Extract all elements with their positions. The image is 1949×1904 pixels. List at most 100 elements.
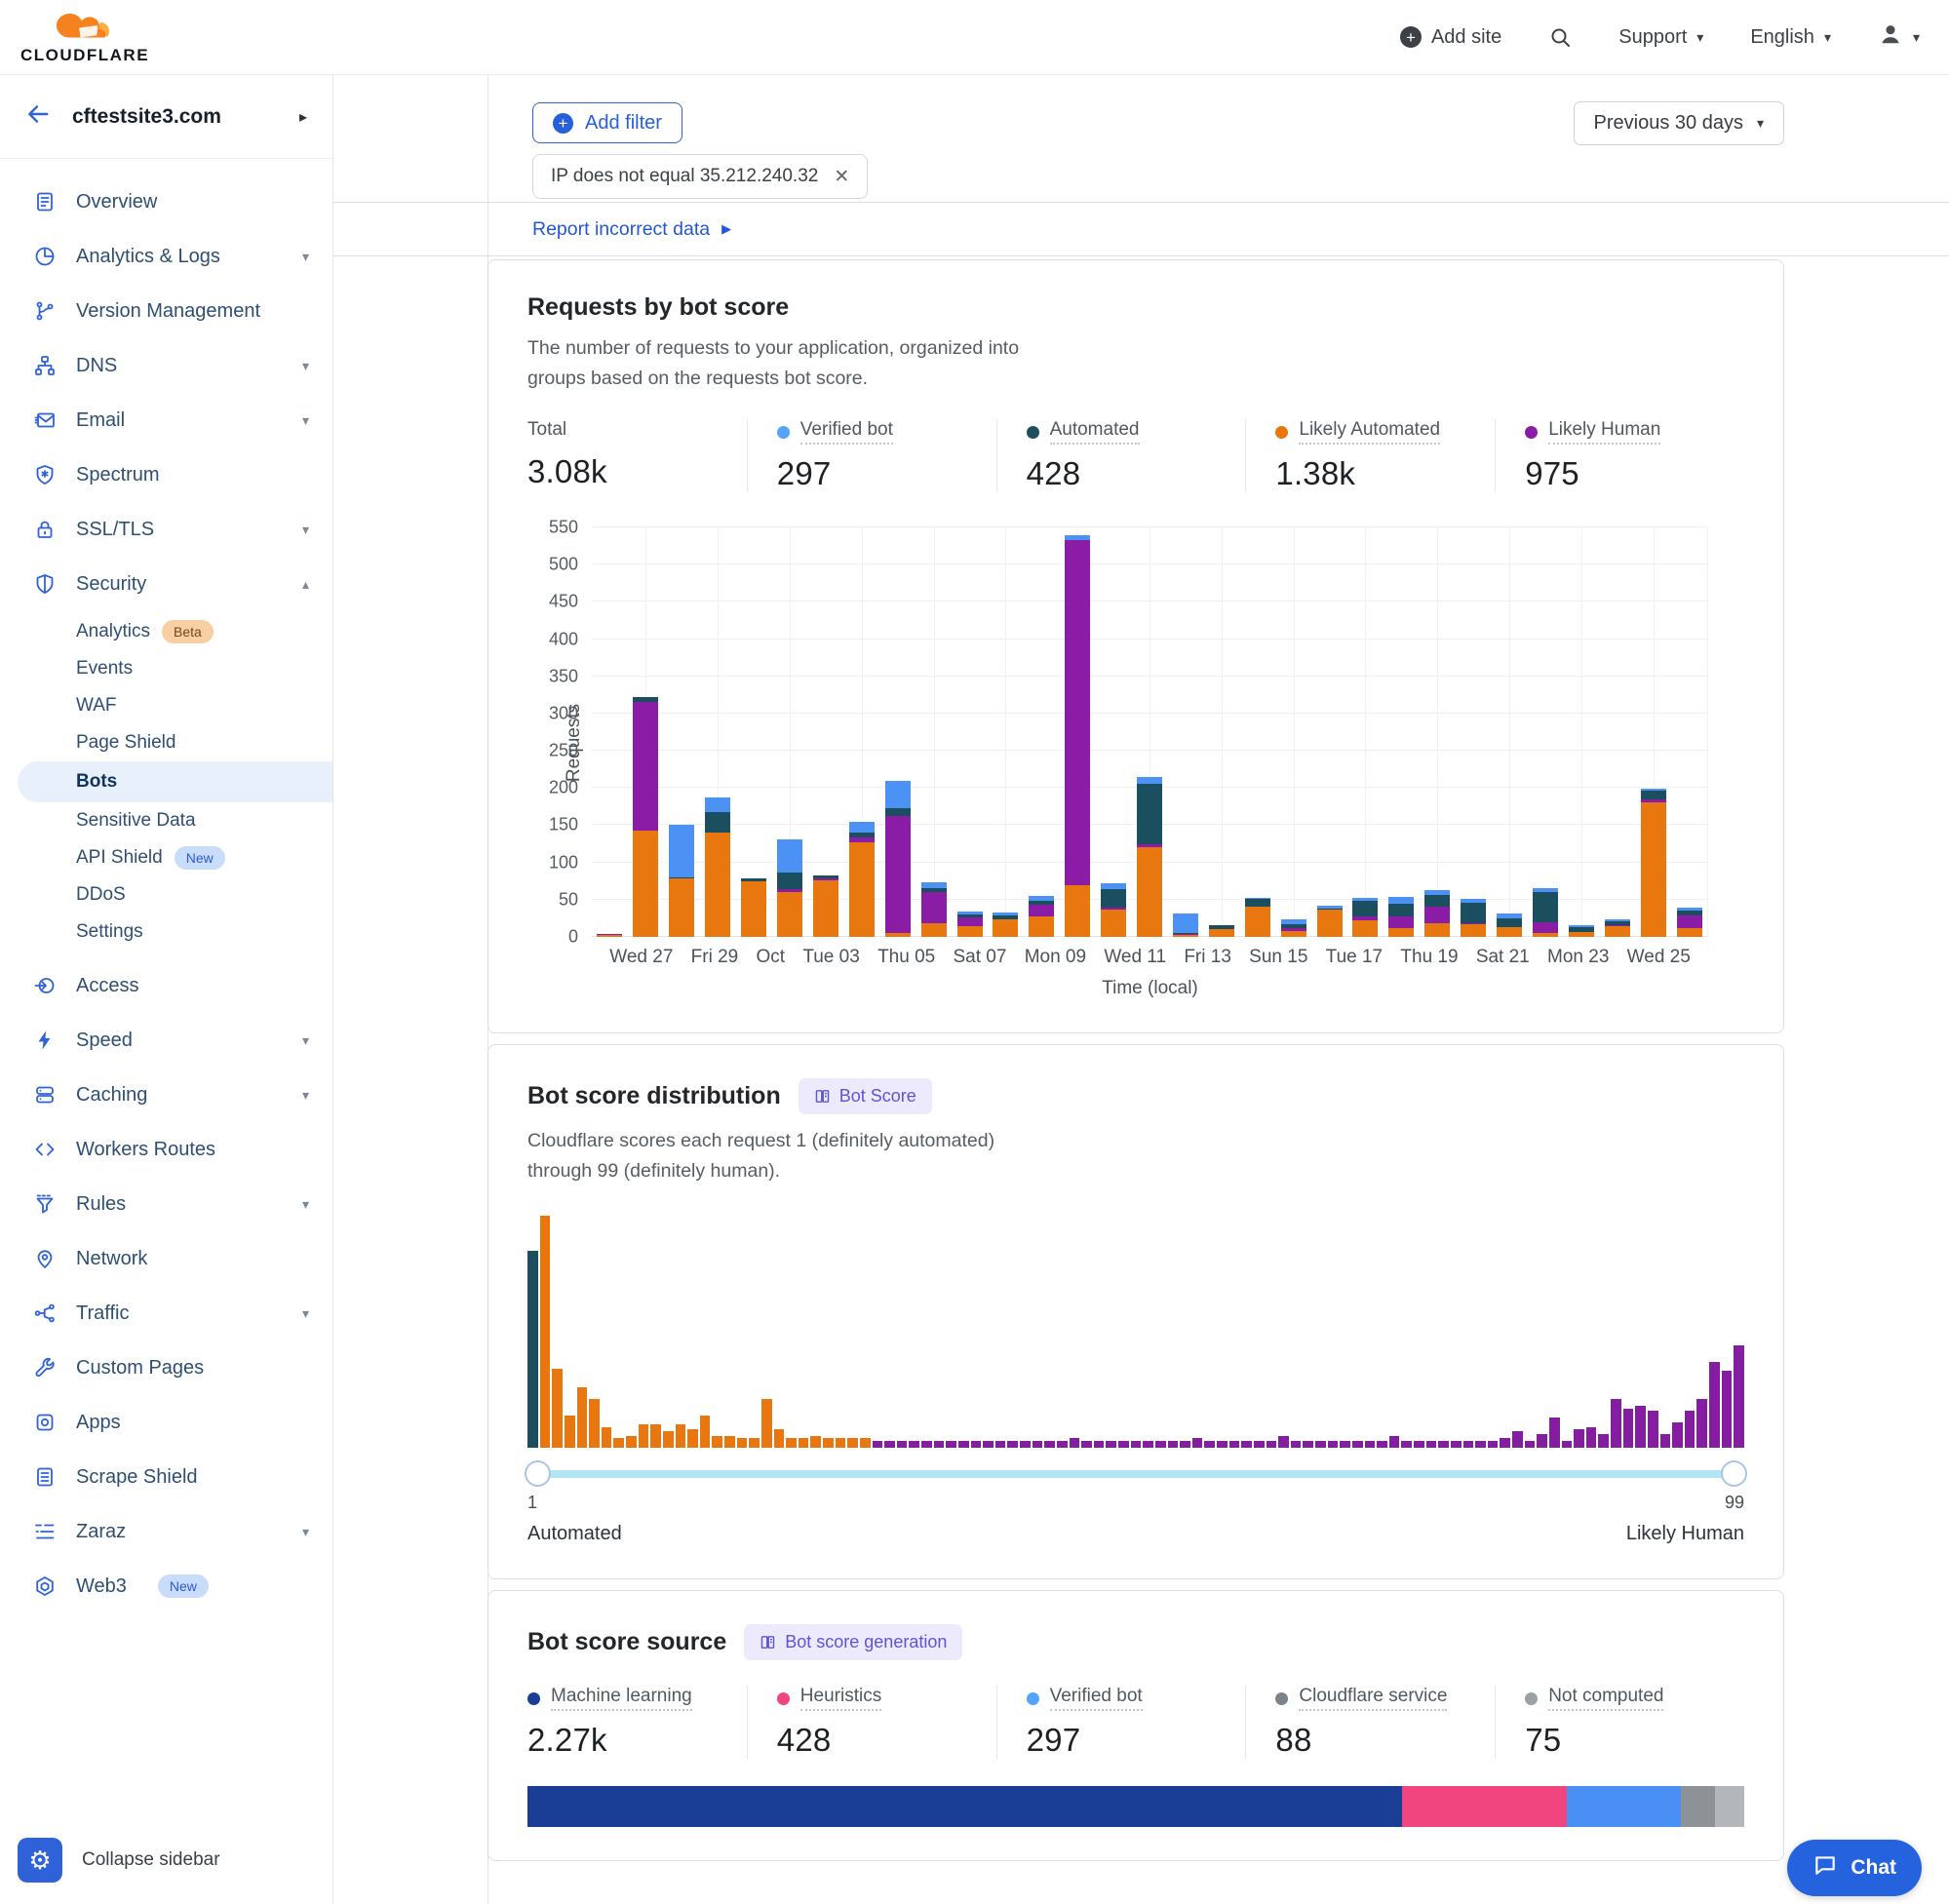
sidebar-item-caching[interactable]: Caching▾ bbox=[0, 1068, 332, 1122]
bar-slot bbox=[988, 527, 1024, 937]
stacked-bar[interactable] bbox=[1352, 898, 1378, 937]
date-range-select[interactable]: Previous 30 days ▾ bbox=[1574, 101, 1784, 145]
sidebar-item-access[interactable]: Access bbox=[0, 958, 332, 1013]
stacked-bar[interactable] bbox=[1677, 908, 1702, 937]
sidebar-item-zaraz[interactable]: Zaraz▾ bbox=[0, 1504, 332, 1559]
stacked-bar[interactable] bbox=[1424, 890, 1450, 937]
sidebar-subitem-settings[interactable]: Settings bbox=[0, 913, 332, 951]
bot-score-generation-badge[interactable]: Bot score generation bbox=[744, 1624, 962, 1660]
collapse-sidebar-button[interactable]: Collapse sidebar bbox=[82, 1849, 220, 1871]
slider-track[interactable] bbox=[527, 1470, 1744, 1478]
stacked-bar[interactable] bbox=[1065, 535, 1090, 937]
sidebar-item-ssl-tls[interactable]: SSL/TLS▾ bbox=[0, 502, 332, 557]
sidebar-item-custom-pages[interactable]: Custom Pages bbox=[0, 1341, 332, 1395]
stacked-bar[interactable] bbox=[741, 878, 766, 937]
stacked-bar[interactable] bbox=[1497, 913, 1522, 937]
stacked-bar[interactable] bbox=[1605, 919, 1630, 937]
sidebar-item-scrape-shield[interactable]: Scrape Shield bbox=[0, 1450, 332, 1504]
site-expand-icon[interactable]: ▸ bbox=[299, 107, 307, 127]
chevron-down-icon: ▾ bbox=[1824, 29, 1831, 46]
stacked-bar[interactable] bbox=[1461, 899, 1486, 937]
quick-settings-button[interactable]: ⚙ bbox=[18, 1838, 62, 1883]
sidebar-subitem-label: Bots bbox=[76, 771, 117, 793]
stacked-bar[interactable] bbox=[1137, 777, 1162, 937]
sidebar-item-speed[interactable]: Speed▾ bbox=[0, 1013, 332, 1068]
sidebar-subitem-analytics[interactable]: AnalyticsBeta bbox=[0, 613, 332, 650]
chevron-down-icon: ▾ bbox=[302, 1196, 309, 1213]
stacked-bar[interactable] bbox=[1173, 913, 1198, 937]
main-content: + Add filter IP does not equal 35.212.24… bbox=[333, 75, 1949, 1904]
stacked-bar[interactable] bbox=[1209, 925, 1234, 937]
sidebar-item-traffic[interactable]: Traffic▾ bbox=[0, 1286, 332, 1341]
bar-slot bbox=[772, 527, 808, 937]
sidebar-item-dns[interactable]: DNS▾ bbox=[0, 338, 332, 393]
user-icon bbox=[1878, 21, 1903, 53]
account-menu[interactable]: ▾ bbox=[1878, 21, 1920, 53]
stacked-bar[interactable] bbox=[669, 825, 694, 937]
histogram-bar bbox=[1081, 1441, 1092, 1448]
sidebar-item-rules[interactable]: Rules▾ bbox=[0, 1177, 332, 1231]
stacked-bar[interactable] bbox=[1281, 919, 1306, 937]
report-incorrect-data-link[interactable]: Report incorrect data ▶ bbox=[532, 218, 731, 241]
stacked-bar[interactable] bbox=[1533, 888, 1558, 937]
bot-score-badge[interactable]: Bot Score bbox=[799, 1078, 932, 1114]
support-menu[interactable]: Support ▾ bbox=[1618, 26, 1703, 49]
sidebar-item-analytics-logs[interactable]: Analytics & Logs▾ bbox=[0, 229, 332, 284]
sidebar-item-overview[interactable]: Overview bbox=[0, 175, 332, 229]
filter-chip[interactable]: IP does not equal 35.212.240.32 ✕ bbox=[532, 154, 868, 199]
stacked-bar[interactable] bbox=[1029, 896, 1054, 937]
stacked-bar[interactable] bbox=[957, 912, 983, 937]
add-filter-button[interactable]: + Add filter bbox=[532, 102, 682, 143]
stacked-bar[interactable] bbox=[633, 697, 658, 937]
stacked-bar[interactable] bbox=[1245, 898, 1270, 937]
back-arrow-icon[interactable] bbox=[25, 101, 51, 132]
sidebar-subitem-ddos[interactable]: DDoS bbox=[0, 876, 332, 913]
chevron-down-icon: ▾ bbox=[302, 1032, 309, 1049]
slider-handle-min[interactable] bbox=[525, 1460, 551, 1487]
sidebar-item-security[interactable]: Security▴ bbox=[0, 557, 332, 611]
x-tick-label: Tue 03 bbox=[802, 947, 859, 968]
legend-dot bbox=[1275, 426, 1288, 439]
sidebar-item-spectrum[interactable]: Spectrum bbox=[0, 447, 332, 502]
sidebar-item-email[interactable]: Email▾ bbox=[0, 393, 332, 447]
sidebar-item-network[interactable]: Network bbox=[0, 1231, 332, 1286]
cloudflare-logo[interactable]: CLOUDFLARE bbox=[18, 10, 152, 65]
stacked-bar[interactable] bbox=[597, 934, 622, 937]
bar-slot bbox=[700, 527, 736, 937]
stacked-bar[interactable] bbox=[1101, 883, 1126, 937]
stacked-bar[interactable] bbox=[885, 781, 911, 937]
bar-segment-likely-human bbox=[1065, 540, 1090, 885]
sidebar-subitem-page-shield[interactable]: Page Shield bbox=[0, 724, 332, 761]
language-menu[interactable]: English ▾ bbox=[1750, 26, 1831, 49]
search-icon[interactable] bbox=[1548, 25, 1572, 49]
sidebar-item-web3[interactable]: Web3New bbox=[0, 1559, 332, 1613]
sidebar-subitem-waf[interactable]: WAF bbox=[0, 687, 332, 724]
sidebar-item-version-management[interactable]: Version Management bbox=[0, 284, 332, 338]
histogram-bar bbox=[1328, 1441, 1339, 1448]
remove-filter-icon[interactable]: ✕ bbox=[834, 166, 849, 188]
stacked-bar[interactable] bbox=[993, 913, 1018, 937]
stacked-bar[interactable] bbox=[813, 875, 838, 937]
stacked-bar[interactable] bbox=[1641, 789, 1666, 937]
chat-button[interactable]: Chat bbox=[1787, 1840, 1922, 1896]
sidebar-subitem-api-shield[interactable]: API ShieldNew bbox=[0, 839, 332, 876]
stacked-bar[interactable] bbox=[921, 882, 947, 937]
sidebar-subitem-events[interactable]: Events bbox=[0, 650, 332, 687]
bar-segment-likely-automated bbox=[705, 833, 730, 937]
stacked-bar[interactable] bbox=[777, 839, 802, 937]
stacked-bar[interactable] bbox=[1569, 925, 1594, 937]
stacked-bar[interactable] bbox=[1317, 906, 1343, 937]
stacked-bar[interactable] bbox=[849, 822, 875, 937]
sidebar-item-workers-routes[interactable]: Workers Routes bbox=[0, 1122, 332, 1177]
sidebar-subitem-bots[interactable]: Bots bbox=[18, 761, 332, 802]
cards-column: Requests by bot score The number of requ… bbox=[333, 256, 1949, 1861]
stacked-bar[interactable] bbox=[1388, 897, 1414, 937]
slider-handle-max[interactable] bbox=[1721, 1460, 1747, 1487]
sidebar-subitem-sensitive-data[interactable]: Sensitive Data bbox=[0, 802, 332, 839]
bar-segment-likely-automated bbox=[669, 878, 694, 937]
stacked-bar[interactable] bbox=[705, 797, 730, 937]
gridline bbox=[934, 527, 935, 937]
add-site-button[interactable]: + Add site bbox=[1400, 26, 1501, 49]
sidebar-item-apps[interactable]: Apps bbox=[0, 1395, 332, 1450]
bar-slot bbox=[1024, 527, 1060, 937]
